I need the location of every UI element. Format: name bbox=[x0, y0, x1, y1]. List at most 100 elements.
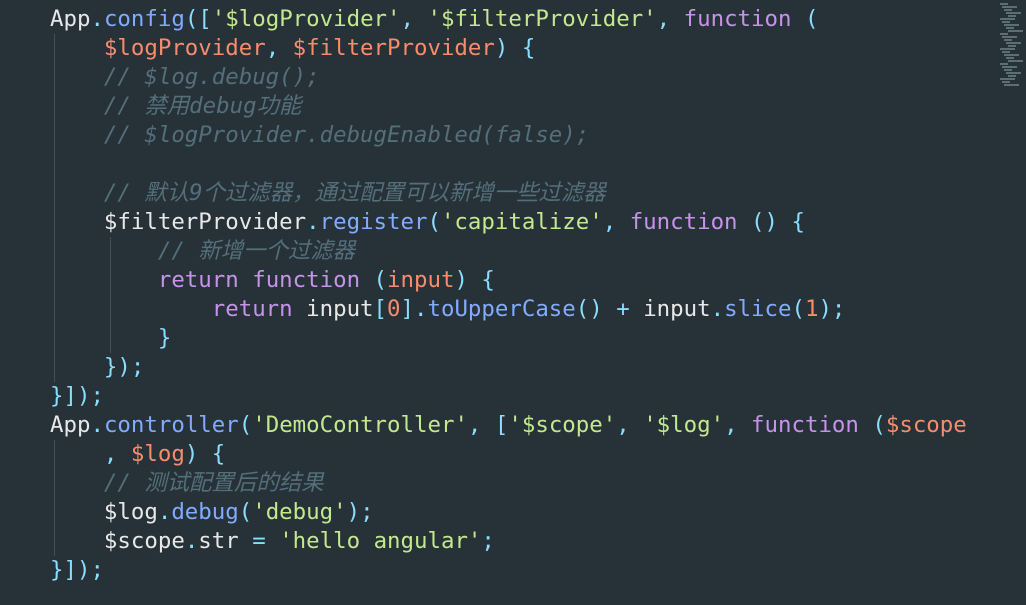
minimap-line bbox=[1004, 54, 1019, 56]
code-line[interactable]: App.config(['$logProvider', '$filterProv… bbox=[50, 5, 818, 34]
code-line[interactable]: return input[0].toUpperCase() + input.sl… bbox=[50, 295, 846, 324]
minimap-line bbox=[1002, 66, 1017, 68]
code-token: // $logProvider.debugEnabled(false); bbox=[103, 122, 590, 148]
code-line[interactable]: // 测试配置后的结果 bbox=[50, 469, 324, 498]
code-token: $log bbox=[130, 441, 185, 467]
minimap-line bbox=[1000, 3, 1008, 5]
code-token: ( bbox=[427, 209, 441, 235]
code-token: // 测试配置后的结果 bbox=[103, 470, 324, 496]
code-token: 0 bbox=[387, 296, 401, 322]
code-token: function bbox=[629, 209, 738, 235]
code-line[interactable]: $log.debug('debug'); bbox=[50, 498, 374, 527]
code-token: . bbox=[306, 209, 320, 235]
code-line[interactable]: , $log) { bbox=[50, 440, 225, 469]
code-token: }]); bbox=[50, 557, 104, 583]
minimap-line bbox=[1008, 30, 1023, 32]
code-line[interactable]: return function (input) { bbox=[50, 266, 495, 295]
code-token: App bbox=[50, 412, 91, 438]
minimap-line bbox=[1006, 57, 1014, 59]
code-token: controller bbox=[103, 412, 239, 438]
minimap-line bbox=[1002, 21, 1010, 23]
code-token: ); bbox=[818, 296, 846, 322]
code-token: , bbox=[602, 209, 630, 235]
code-line[interactable]: // $logProvider.debugEnabled(false); bbox=[50, 121, 589, 150]
code-token: ( bbox=[858, 412, 886, 438]
indent-guide bbox=[54, 34, 55, 382]
code-token: toUpperCase bbox=[427, 296, 576, 322]
code-token: ( bbox=[791, 6, 819, 32]
code-token: [ bbox=[373, 296, 388, 322]
code-token: 'hello angular' bbox=[279, 528, 482, 554]
code-token: // 禁用debug功能 bbox=[103, 93, 302, 119]
code-editor[interactable]: App.config(['$logProvider', '$filterProv… bbox=[0, 0, 1000, 605]
code-line[interactable]: App.controller('DemoController', ['$scop… bbox=[50, 411, 967, 440]
minimap-line bbox=[1002, 6, 1017, 8]
code-line[interactable]: // $log.debug(); bbox=[50, 63, 320, 92]
code-line[interactable]: // 默认9个过滤器，通过配置可以新增一些过滤器 bbox=[50, 179, 606, 208]
code-token: $scope bbox=[103, 528, 185, 554]
code-token: input bbox=[387, 267, 455, 293]
code-token: ( bbox=[238, 412, 253, 438]
minimap-line bbox=[1004, 84, 1019, 86]
minimap-line bbox=[1002, 81, 1010, 83]
code-token: ) { bbox=[454, 267, 495, 293]
minimap-line bbox=[1008, 45, 1016, 47]
code-token: , [ bbox=[467, 412, 509, 438]
code-token: '$filterProvider' bbox=[427, 6, 657, 32]
code-token: App bbox=[50, 6, 91, 32]
code-token: register bbox=[319, 209, 428, 235]
code-token: }]); bbox=[50, 383, 104, 409]
code-token: // $log.debug(); bbox=[103, 64, 320, 90]
code-token: function bbox=[252, 267, 361, 293]
code-token: $logProvider bbox=[103, 35, 266, 61]
code-token: '$logProvider' bbox=[211, 6, 401, 32]
code-token: , bbox=[265, 35, 293, 61]
minimap-line bbox=[1006, 27, 1014, 29]
code-token: ) { bbox=[494, 35, 536, 61]
minimap-line bbox=[1004, 24, 1019, 26]
code-token: // 默认9个过滤器，通过配置可以新增一些过滤器 bbox=[103, 180, 606, 206]
code-token: slice bbox=[724, 296, 792, 322]
minimap-line bbox=[1004, 39, 1012, 41]
code-token: // 新增一个过滤器 bbox=[157, 238, 356, 264]
code-line[interactable]: }]); bbox=[50, 556, 104, 585]
code-token: , bbox=[616, 412, 644, 438]
code-token: input bbox=[292, 296, 374, 322]
code-token: ( bbox=[238, 499, 253, 525]
code-token: 'debug' bbox=[252, 499, 347, 525]
code-token: ( bbox=[360, 267, 388, 293]
code-line[interactable]: }); bbox=[50, 353, 144, 382]
code-line[interactable]: // 新增一个过滤器 bbox=[50, 237, 355, 266]
minimap[interactable] bbox=[1000, 0, 1026, 605]
code-line[interactable]: $scope.str = 'hello angular'; bbox=[50, 527, 495, 556]
code-token: . bbox=[90, 412, 104, 438]
minimap-line bbox=[1000, 63, 1008, 65]
code-line[interactable]: $filterProvider.register('capitalize', f… bbox=[50, 208, 805, 237]
code-token: . bbox=[710, 296, 725, 322]
minimap-line bbox=[1008, 15, 1016, 17]
code-token: return bbox=[157, 267, 239, 293]
code-token: () + bbox=[575, 296, 644, 322]
code-token: . bbox=[184, 528, 199, 554]
code-token: function bbox=[751, 412, 859, 438]
code-line[interactable]: // 禁用debug功能 bbox=[50, 92, 301, 121]
code-token: function bbox=[683, 6, 792, 32]
minimap-line bbox=[1004, 9, 1012, 11]
code-line[interactable]: $logProvider, $filterProvider) { bbox=[50, 34, 535, 63]
code-token: ]. bbox=[400, 296, 428, 322]
code-token: '$scope' bbox=[508, 412, 617, 438]
minimap-line bbox=[1000, 18, 1015, 20]
code-token: $scope bbox=[885, 412, 967, 438]
code-line[interactable]: }]); bbox=[50, 382, 104, 411]
code-line[interactable]: } bbox=[50, 324, 171, 353]
